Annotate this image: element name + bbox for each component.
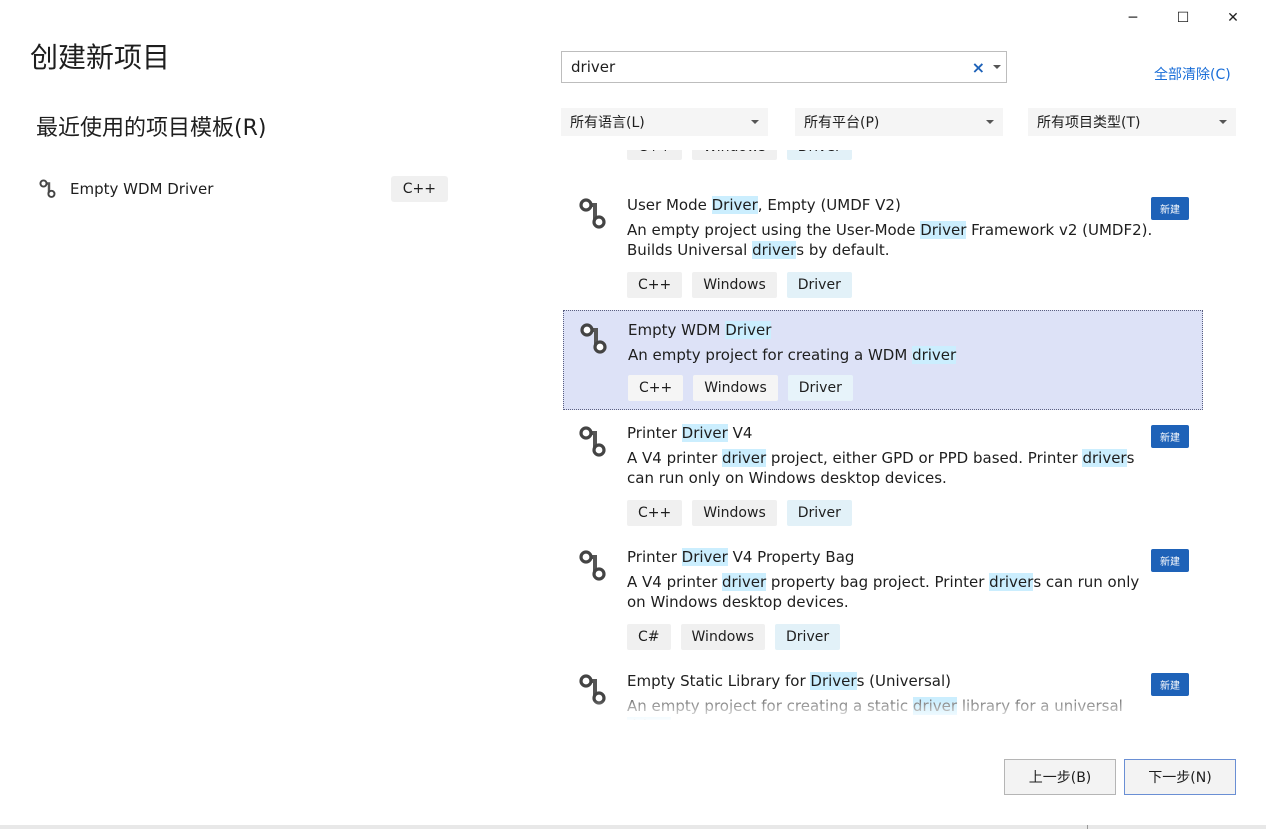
template-card[interactable]: C++ Windows Driver (563, 150, 1201, 160)
driver-template-icon (39, 179, 56, 198)
template-description: An empty project for creating a WDM driv… (628, 345, 1156, 365)
search-highlight: Driver (920, 221, 967, 239)
new-badge: 新建 (1151, 425, 1189, 448)
template-tag: Driver (775, 624, 841, 650)
template-tag: Windows (693, 375, 778, 401)
search-highlight: driver (912, 346, 957, 364)
template-card[interactable]: Empty WDM Driver An empty project for cre… (563, 310, 1203, 410)
search-highlight: Driver (681, 424, 728, 442)
clear-search-icon[interactable]: × (972, 58, 985, 77)
text-segment: Printer (627, 548, 682, 566)
recent-template-name: Empty WDM Driver (70, 180, 214, 198)
template-tag: C# (627, 624, 671, 650)
list-fade (561, 700, 1205, 722)
template-description: A V4 printer driver project, either GPD … (627, 448, 1155, 488)
template-title: Printer Driver V4 (627, 424, 752, 442)
template-title: User Mode Driver, Empty (UMDF V2) (627, 196, 901, 214)
text-segment: A V4 printer (627, 449, 723, 467)
template-tags: C++ Windows Driver (627, 272, 852, 298)
template-tag: Driver (786, 150, 852, 160)
text-segment: V4 (727, 424, 753, 442)
language-filter[interactable]: 所有语言(L) (561, 108, 768, 136)
new-badge: 新建 (1151, 197, 1189, 220)
minimize-icon[interactable]: ─ (1108, 4, 1158, 32)
text-segment: V4 Property Bag (727, 548, 855, 566)
template-description: An empty project using the User-Mode Dri… (627, 220, 1155, 260)
chevron-down-icon (1219, 120, 1227, 124)
template-card[interactable]: Printer Driver V4 Property Bag A V4 print… (563, 538, 1201, 652)
recent-templates-title: 最近使用的项目模板(R) (36, 116, 267, 141)
back-button[interactable]: 上一步(B) (1004, 759, 1116, 795)
text-segment: Printer (627, 424, 682, 442)
chevron-down-icon (986, 120, 994, 124)
search-highlight: driver (752, 241, 797, 259)
text-segment: User Mode (627, 196, 712, 214)
close-icon[interactable]: ✕ (1208, 4, 1258, 32)
template-tags: C# Windows Driver (627, 624, 841, 650)
driver-template-icon (579, 426, 606, 457)
chevron-down-icon (751, 120, 759, 124)
template-tag: Windows (692, 272, 777, 298)
search-highlight: Driver (810, 672, 857, 690)
new-badge: 新建 (1151, 549, 1189, 572)
search-highlight: Driver (711, 196, 758, 214)
project-type-filter-label: 所有项目类型(T) (1037, 115, 1141, 131)
template-card[interactable]: User Mode Driver, Empty (UMDF V2) An empt… (563, 186, 1201, 300)
template-description: A V4 printer driver property bag project… (627, 572, 1155, 612)
project-type-filter[interactable]: 所有项目类型(T) (1028, 108, 1236, 136)
driver-template-icon (579, 550, 606, 581)
maximize-icon[interactable]: ☐ (1158, 4, 1208, 32)
template-tags: C++ Windows Driver (627, 500, 852, 526)
search-box[interactable]: driver × (561, 51, 1007, 83)
template-tag: Windows (680, 624, 766, 650)
status-strip (0, 825, 1266, 829)
template-results-list[interactable]: C++WindowsDriverUser Mode Driver, Empty … (561, 150, 1205, 720)
text-segment: property bag project. Printer (766, 573, 990, 591)
template-tags: C++ Windows Driver (627, 150, 852, 160)
text-segment: , Empty (UMDF V2) (757, 196, 901, 214)
template-card[interactable]: Printer Driver V4 A V4 printer driver pro… (563, 414, 1201, 528)
page-title: 创建新项目 (30, 41, 171, 74)
clear-all-link[interactable]: 全部清除(C) (1154, 64, 1231, 84)
search-history-dropdown-icon[interactable] (993, 65, 1001, 69)
platform-filter-label: 所有平台(P) (804, 115, 880, 131)
search-highlight: driver (1082, 449, 1127, 467)
new-badge: 新建 (1151, 673, 1189, 696)
template-tag: Driver (787, 375, 853, 401)
template-tag: C++ (627, 500, 683, 526)
template-title: Printer Driver V4 Property Bag (627, 548, 854, 566)
language-filter-label: 所有语言(L) (570, 115, 645, 131)
platform-filter[interactable]: 所有平台(P) (795, 108, 1003, 136)
text-segment: Empty WDM (628, 321, 726, 339)
text-segment: An empty project for creating a WDM (628, 346, 913, 364)
template-tag: Driver (786, 272, 852, 298)
template-tag: Driver (786, 500, 852, 526)
search-highlight: driver (722, 573, 767, 591)
search-highlight: Driver (681, 548, 728, 566)
search-highlight: driver (722, 449, 767, 467)
text-segment: Empty Static Library for (627, 672, 811, 690)
template-tag: Windows (692, 500, 777, 526)
window-controls: ─ ☐ ✕ (1108, 4, 1258, 32)
template-title: Empty WDM Driver (628, 321, 772, 339)
recent-template-item[interactable]: Empty WDM Driver C++ (38, 174, 450, 204)
search-highlight: Driver (725, 321, 772, 339)
search-input[interactable]: driver (571, 58, 972, 76)
recent-template-tag: C++ (390, 176, 448, 202)
template-tag: C++ (627, 272, 683, 298)
text-segment: An empty project using the User-Mode (627, 221, 921, 239)
template-tag: Windows (692, 150, 777, 160)
driver-template-icon (580, 323, 607, 354)
next-button[interactable]: 下一步(N) (1124, 759, 1236, 795)
template-tag: C++ (628, 375, 684, 401)
text-segment: A V4 printer (627, 573, 723, 591)
template-title: Empty Static Library for Drivers (Univer… (627, 672, 951, 690)
template-tag: C++ (627, 150, 683, 160)
template-tags: C++ Windows Driver (628, 375, 853, 401)
text-segment: project, either GPD or PPD based. Printe… (766, 449, 1083, 467)
search-highlight: driver (989, 573, 1034, 591)
text-segment: s by default. (796, 241, 890, 259)
text-segment: s (Universal) (856, 672, 951, 690)
driver-template-icon (579, 198, 606, 229)
